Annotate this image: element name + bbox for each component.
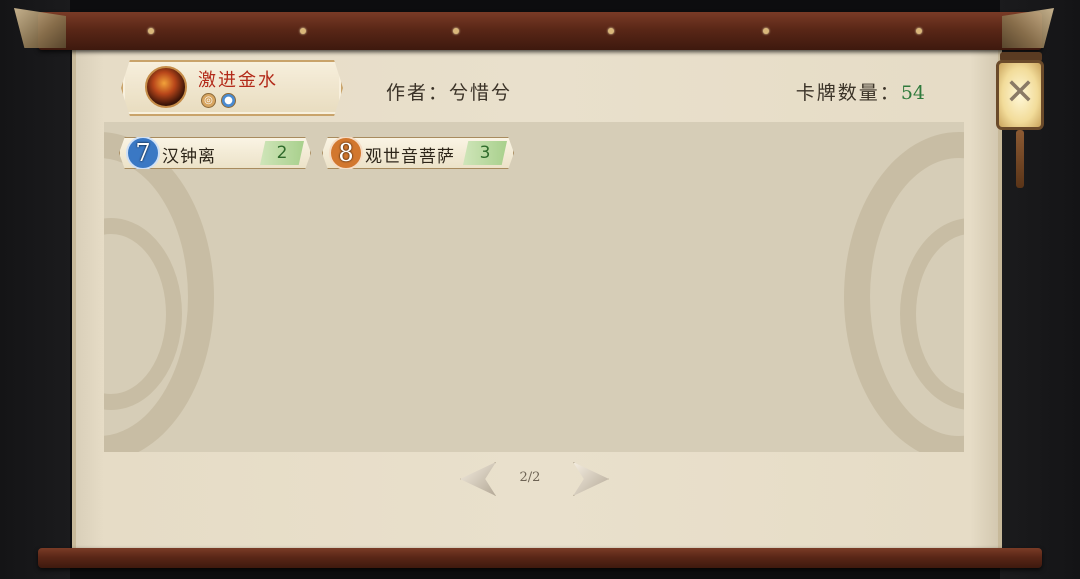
card-cost-badge: 7 [126, 137, 160, 169]
deck-avatar [145, 66, 187, 108]
card-quantity: 3 [463, 141, 507, 165]
card-quantity: 2 [260, 141, 304, 165]
deck-author: 作者：兮惜兮 [386, 82, 513, 104]
card-entry[interactable]: 7 汉钟离 2 [119, 137, 311, 169]
cloud-pattern-left [104, 132, 214, 452]
card-count-label: 卡牌数量： [795, 82, 901, 104]
card-count-value: 54 [900, 82, 925, 104]
deck-name: 激进金水 [198, 70, 278, 91]
metal-icon: ◎ [201, 93, 216, 108]
lantern-tassel [1016, 130, 1024, 188]
cloud-pattern-right [844, 132, 964, 452]
card-name: 汉钟离 [162, 147, 216, 167]
page-indicator: 2/2 [519, 470, 541, 485]
background-left [0, 0, 70, 579]
card-count: 卡牌数量：54 [796, 78, 925, 105]
scroll-bottom-rod [38, 548, 1042, 568]
close-icon: ✕ [1004, 72, 1036, 113]
close-button[interactable]: ✕ [996, 60, 1044, 130]
card-entry[interactable]: 8 观世音菩萨 3 [322, 137, 514, 169]
card-list-panel [104, 122, 964, 452]
card-cost-badge: 8 [329, 137, 363, 169]
scroll-top-rod [38, 12, 1042, 50]
card-name: 观世音菩萨 [365, 147, 455, 167]
water-icon: ● [221, 93, 236, 108]
